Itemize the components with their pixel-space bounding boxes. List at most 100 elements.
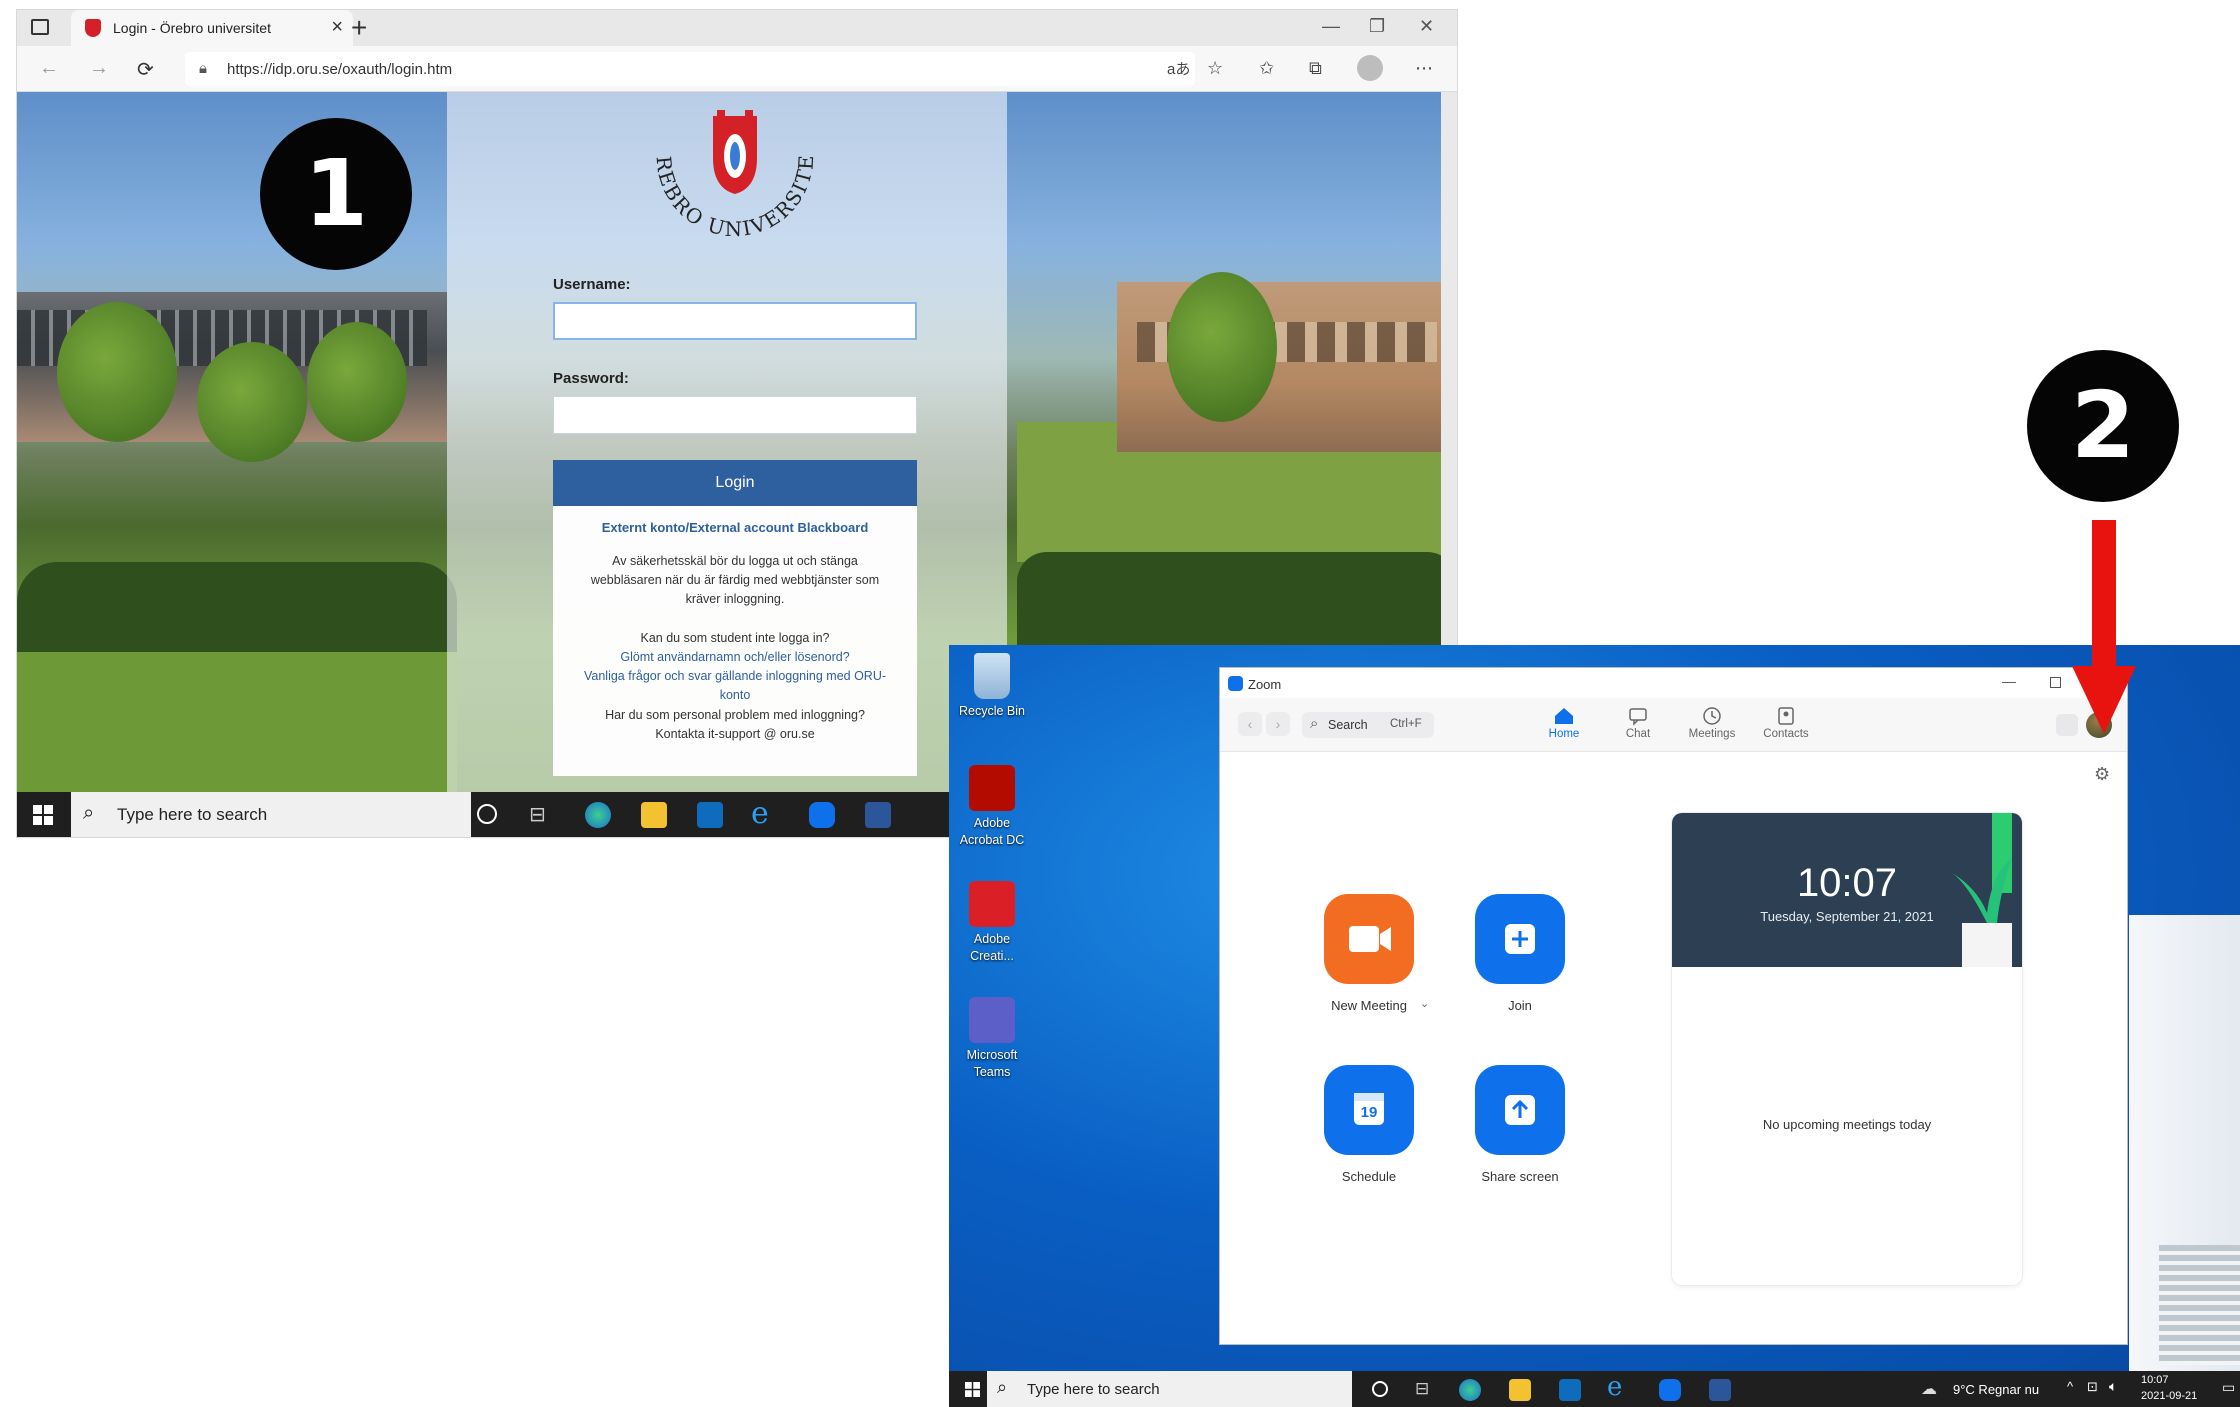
desktop-icon-label: Creati... (970, 949, 1014, 963)
more-icon[interactable]: ⋯ (1415, 58, 1433, 79)
share-screen-button[interactable] (1475, 1065, 1565, 1155)
tab-home[interactable]: Home (1534, 706, 1594, 740)
browser-tab[interactable]: Login - Örebro universitet × (71, 10, 353, 46)
zoom-search-box[interactable]: ⌕ Search Ctrl+F (1302, 712, 1434, 738)
password-input[interactable] (553, 396, 917, 434)
edge-icon[interactable] (1459, 1379, 1481, 1401)
volume-icon[interactable]: 🔈︎ (2109, 1378, 2117, 1395)
zoom-maximize-icon[interactable] (2050, 677, 2061, 688)
hedge-right (1017, 552, 1457, 652)
orebro-university-logo: ÖREBRO UNIVERSITET (635, 108, 816, 241)
staff-question: Har du som personal problem med inloggni… (605, 708, 865, 722)
forgot-credentials-link[interactable]: Glömt användarnamn och/eller lösenord? (553, 648, 917, 667)
back-icon[interactable]: ← (39, 57, 59, 80)
no-meetings-message: No upcoming meetings today (1762, 1117, 1932, 1132)
new-tab-button[interactable]: + (351, 12, 367, 44)
refresh-icon[interactable]: ⟳ (137, 57, 154, 82)
add-favorite-icon[interactable]: ☆ (1207, 58, 1223, 79)
tab-chat[interactable]: Chat (1608, 706, 1668, 740)
tab-bar: Login - Örebro universitet × + — ❐ ✕ (17, 10, 1457, 46)
desktop-icon-microsoft-teams[interactable]: Microsoft Teams (957, 997, 1027, 1081)
lock-icon: 🔒︎ (199, 60, 207, 77)
desktop-icon-label: Adobe (973, 816, 1011, 830)
minimize-icon[interactable]: — (1322, 16, 1340, 37)
internet-explorer-icon[interactable]: e (1607, 1372, 1622, 1402)
step-badge-2: 2 (2027, 350, 2179, 502)
join-label: Join (1508, 998, 1532, 1013)
outlook-icon[interactable] (697, 802, 723, 828)
zoom-taskbar-icon[interactable] (809, 802, 835, 828)
join-button[interactable] (1475, 894, 1565, 984)
internet-explorer-icon[interactable]: e (751, 796, 769, 831)
desktop-icon-adobe-creative-cloud[interactable]: Adobe Creati... (957, 881, 1027, 965)
desktop-icon-label: Microsoft (966, 1048, 1018, 1062)
home-icon (1555, 708, 1573, 724)
login-help-box: Externt konto/External account Blackboar… (553, 506, 917, 776)
clock-time[interactable]: 10:07 (2141, 1374, 2169, 1386)
task-view-icon[interactable]: ⊟ (1415, 1379, 1429, 1399)
desktop-icon-label: Adobe (973, 932, 1011, 946)
file-explorer-icon[interactable] (641, 802, 667, 828)
zoom-back-icon[interactable]: ‹ (1238, 712, 1262, 736)
zoom-taskbar-icon[interactable] (1659, 1379, 1681, 1401)
word-icon[interactable] (865, 802, 891, 828)
new-meeting-button[interactable] (1324, 894, 1414, 984)
tab-meetings[interactable]: Meetings (1682, 706, 1742, 740)
taskbar-search-placeholder: Type here to search (1027, 1381, 1160, 1398)
zoom-minimize-icon[interactable]: — (2002, 673, 2016, 689)
desktop-icon-adobe-acrobat[interactable]: Adobe Acrobat DC (957, 765, 1027, 849)
settings-gear-icon[interactable]: ⚙ (2094, 764, 2110, 785)
login-button[interactable]: Login (553, 460, 917, 506)
weather-status[interactable]: 9°C Regnar nu (1953, 1382, 2039, 1397)
desktop-icon-label: Acrobat DC (959, 833, 1025, 847)
windows-start-icon[interactable] (965, 1382, 980, 1397)
adobe-creative-cloud-icon (969, 881, 1015, 927)
schedule-button[interactable]: 19 (1324, 1065, 1414, 1155)
external-account-link[interactable]: Externt konto/External account Blackboar… (553, 520, 917, 535)
outlook-icon[interactable] (1559, 1379, 1581, 1401)
cortana-icon[interactable] (1372, 1381, 1388, 1397)
edge-icon[interactable] (585, 802, 611, 828)
schedule-label: Schedule (1341, 1169, 1397, 1184)
tab-contacts[interactable]: Contacts (1756, 706, 1816, 740)
url-field[interactable]: 🔒︎ https://idp.oru.se/oxauth/login.htm (185, 52, 1195, 86)
security-notice-line: kräver inloggning. (685, 592, 785, 606)
collections-icon[interactable]: ⧉ (1309, 58, 1322, 79)
taskbar-search-box[interactable]: ⌕ Type here to search (71, 792, 471, 837)
clock-date[interactable]: 2021-09-21 (2141, 1390, 2197, 1402)
tray-chevron-up-icon[interactable]: ^ (2067, 1379, 2073, 1394)
network-icon[interactable]: ⊡ (2087, 1379, 2098, 1395)
chevron-down-icon[interactable]: ⌄ (1420, 997, 1429, 1010)
oru-favicon-icon (85, 19, 101, 37)
search-icon: ⌕ (997, 1377, 1008, 1397)
username-input[interactable] (553, 302, 917, 340)
tab-actions-icon[interactable] (31, 19, 49, 35)
tab-close-button[interactable]: × (331, 16, 343, 39)
cortana-icon[interactable] (477, 804, 497, 824)
word-icon[interactable] (1709, 1379, 1731, 1401)
task-view-icon[interactable]: ⊟ (529, 802, 546, 827)
windows-start-icon[interactable] (33, 805, 53, 825)
favorites-icon[interactable]: ✩ (1259, 58, 1274, 79)
windows-taskbar: ⌕ Type here to search ⊟ e ☁ 9°C Regnar n… (949, 1371, 2240, 1407)
hedge-left (17, 562, 457, 652)
tab-label: Home (1548, 728, 1580, 740)
taskbar-search-box[interactable]: ⌕ Type here to search (987, 1371, 1352, 1407)
notification-icon[interactable]: ▭ (2222, 1379, 2235, 1396)
maximize-icon[interactable]: ❐ (1369, 16, 1385, 37)
faq-link[interactable]: Vanliga frågor och svar gällande inloggn… (553, 667, 917, 686)
address-bar: ← → ⟳ 🔒︎ https://idp.oru.se/oxauth/login… (17, 46, 1457, 92)
zoom-forward-icon[interactable]: › (1266, 712, 1290, 736)
profile-icon[interactable] (1357, 55, 1383, 81)
file-explorer-icon[interactable] (1509, 1379, 1531, 1401)
username-label: Username: (553, 276, 631, 293)
tree (307, 322, 407, 442)
forward-icon[interactable]: → (89, 57, 109, 80)
close-icon[interactable]: ✕ (1419, 16, 1434, 37)
clock-header: 10:07 Tuesday, September 21, 2021 (1672, 813, 2022, 967)
translate-icon[interactable]: aあ (1167, 58, 1190, 79)
tree (197, 342, 307, 462)
faq-link-continued[interactable]: konto (553, 686, 917, 705)
share-arrow-icon (1505, 1095, 1535, 1125)
desktop-icon-recycle-bin[interactable]: Recycle Bin (957, 653, 1027, 720)
